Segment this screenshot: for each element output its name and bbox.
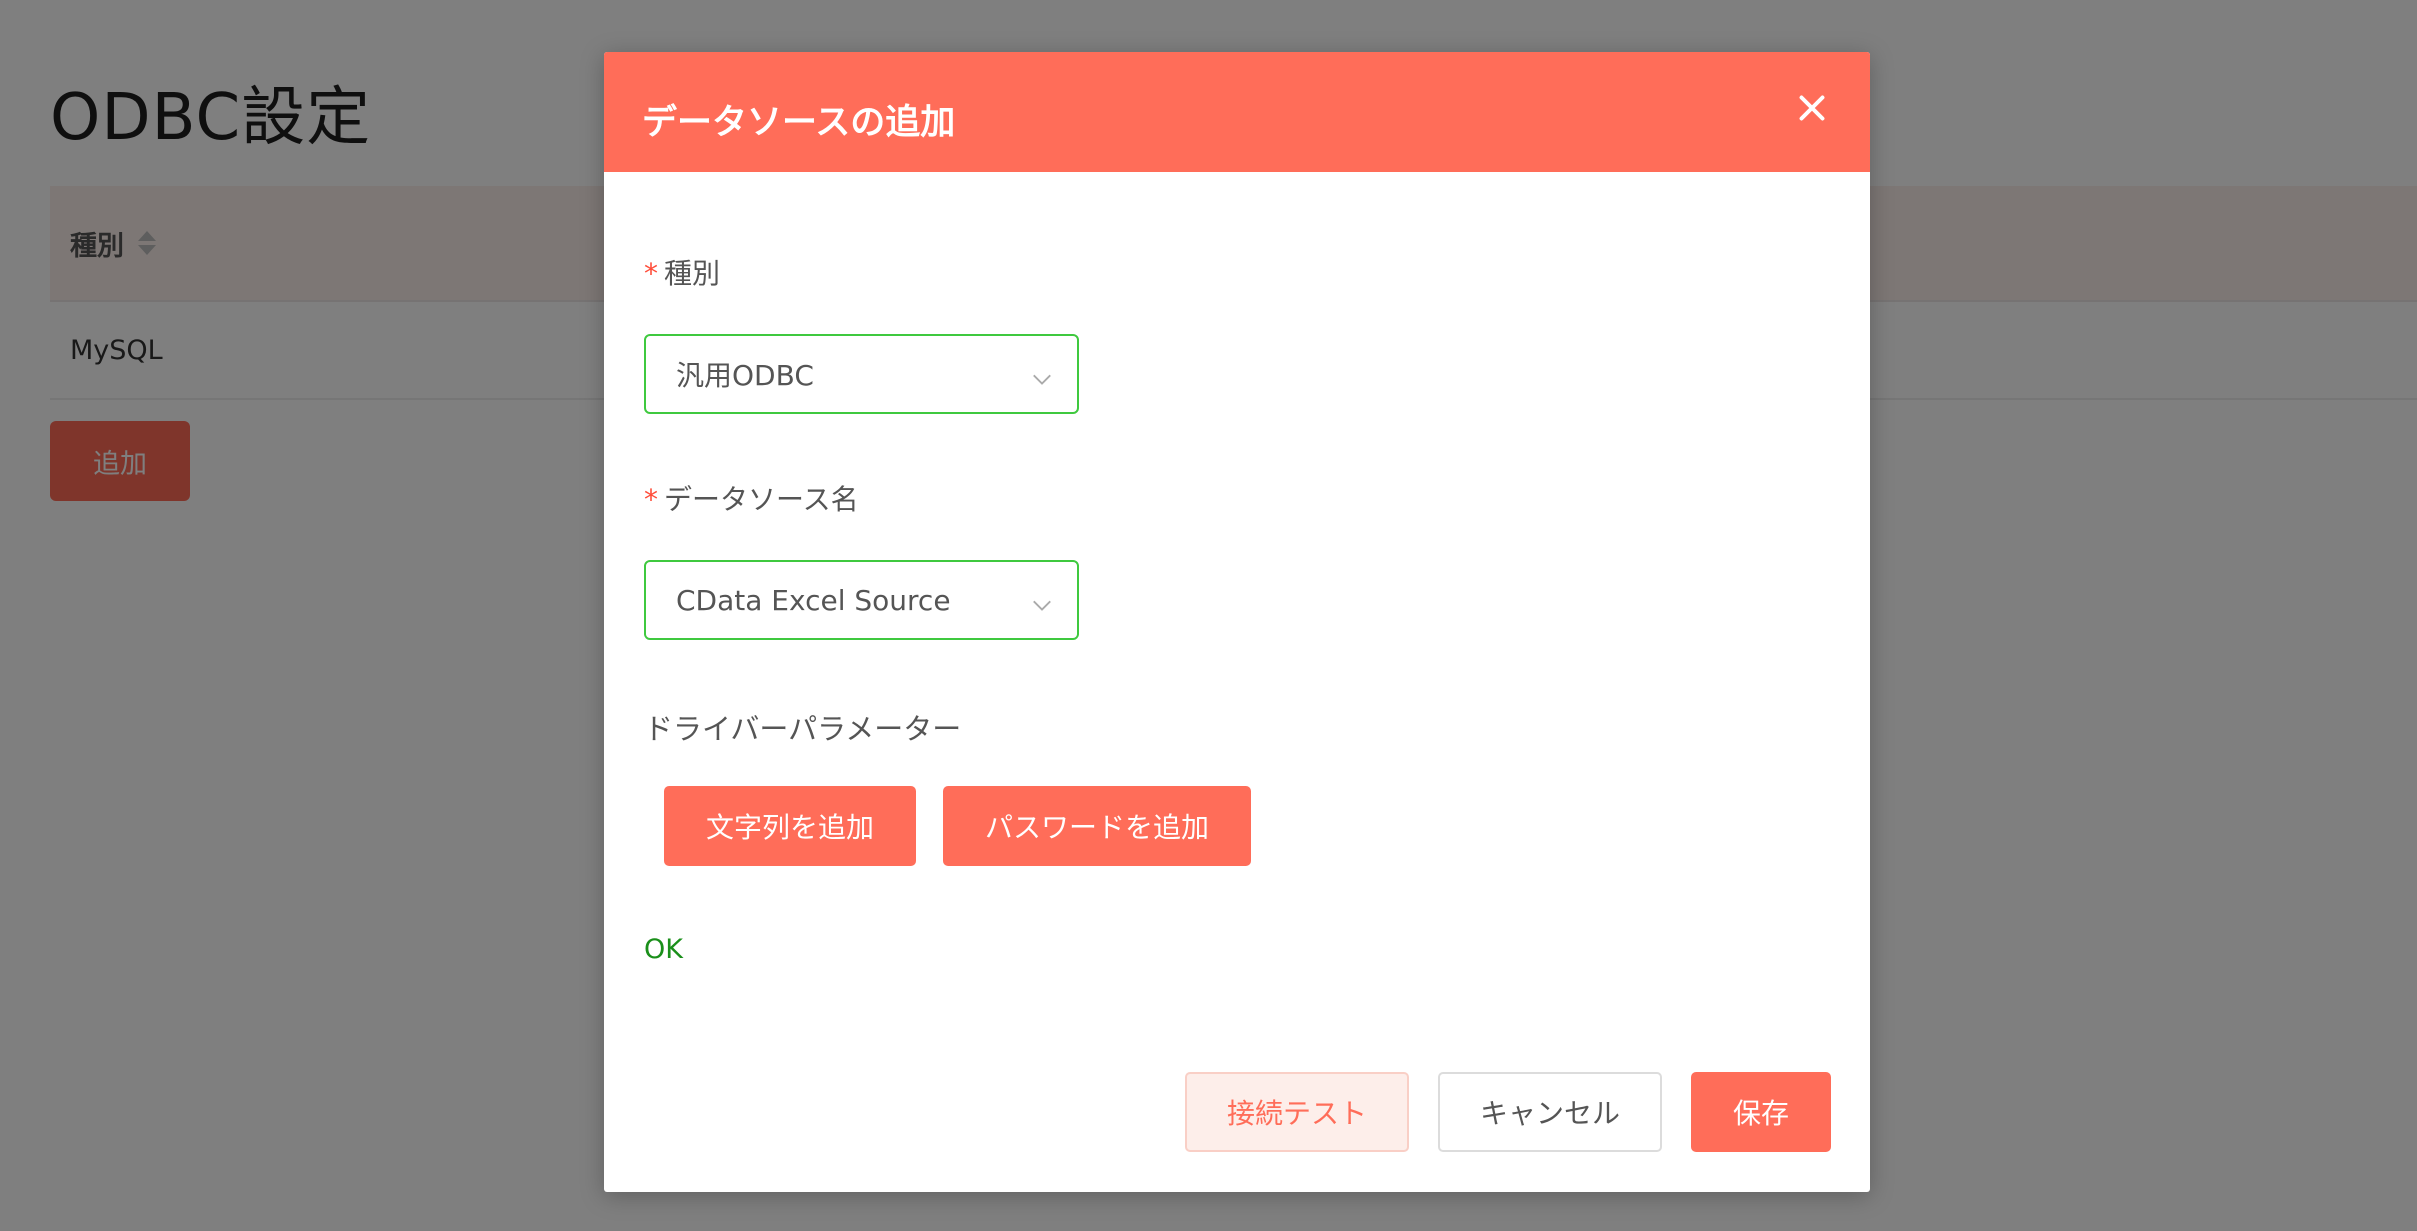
dialog-header: データソースの追加: [604, 52, 1870, 172]
save-button[interactable]: 保存: [1691, 1072, 1831, 1152]
close-icon[interactable]: [1794, 90, 1830, 126]
driver-parameters-label: ドライバーパラメーター: [644, 712, 962, 746]
required-mark: *: [644, 257, 658, 290]
datasource-name-select-value: CData Excel Source: [676, 583, 951, 617]
datasource-name-field-label: * データソース名: [644, 478, 859, 518]
chevron-down-icon: [1031, 364, 1053, 386]
chevron-down-icon: [1031, 590, 1053, 612]
test-connection-button[interactable]: 接続テスト: [1185, 1072, 1409, 1152]
dialog-title: データソースの追加: [642, 103, 956, 143]
add-password-button[interactable]: パスワードを追加: [943, 786, 1251, 866]
datasource-name-label-text: データソース名: [664, 483, 859, 516]
required-mark: *: [644, 483, 658, 516]
type-select-value: 汎用ODBC: [676, 359, 814, 392]
add-string-button[interactable]: 文字列を追加: [664, 786, 916, 866]
datasource-name-select[interactable]: CData Excel Source: [644, 560, 1079, 640]
add-datasource-dialog: データソースの追加 * 種別 汎用ODBC * データソース名 CData Exce…: [604, 52, 1870, 1192]
type-select[interactable]: 汎用ODBC: [644, 334, 1079, 414]
connection-status-text: OK: [644, 934, 683, 965]
type-field-label: * 種別: [644, 252, 720, 292]
cancel-button[interactable]: キャンセル: [1438, 1072, 1662, 1152]
type-label-text: 種別: [664, 257, 721, 290]
